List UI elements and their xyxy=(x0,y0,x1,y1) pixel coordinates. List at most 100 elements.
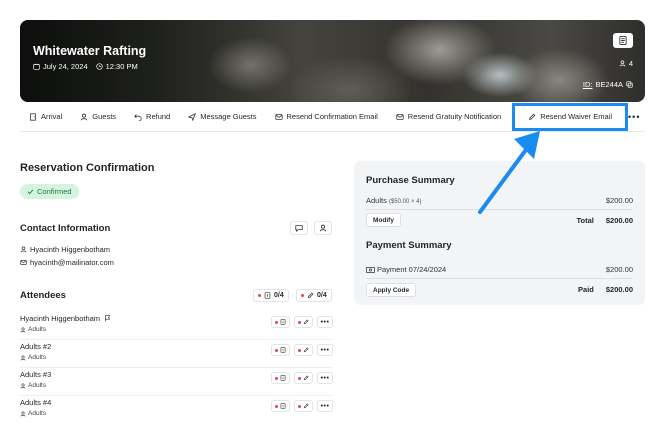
status-text: Confirmed xyxy=(37,187,72,196)
reservation-id[interactable]: ID: BE244A xyxy=(583,80,633,89)
contact-email-text: hyacinth@mailinator.com xyxy=(30,258,114,267)
attendee-name: Adults #3 xyxy=(20,370,51,379)
purchase-item-detail: ($50.00 × 4) xyxy=(388,199,422,205)
attendee-name-text: Adults #2 xyxy=(20,342,52,351)
tab-message-guests[interactable]: Message Guests xyxy=(179,102,265,132)
attendee-name: Hyacinth Higgenbotham xyxy=(20,314,111,323)
divider xyxy=(366,278,633,279)
waiver-count: 0/4 xyxy=(274,292,284,299)
attendee-row[interactable]: Adults #3 Adults ••• xyxy=(20,368,333,396)
id-value: BE244A xyxy=(595,80,623,89)
user-icon xyxy=(20,410,26,416)
alert-dot xyxy=(275,320,278,324)
attendee-row[interactable]: Adults #4 Adults ••• xyxy=(20,396,333,424)
alert-dot xyxy=(298,348,301,352)
attendee-actions: ••• xyxy=(271,400,333,412)
sign-status-button[interactable] xyxy=(294,316,313,328)
mail-icon xyxy=(20,260,27,265)
message-contact-button[interactable] xyxy=(290,221,308,235)
purchase-item: Adults ($50.00 × 4) xyxy=(366,196,421,205)
alert-dot xyxy=(298,404,301,408)
purchase-item-label: Adults xyxy=(366,196,387,205)
door-icon xyxy=(30,112,36,121)
attendee-type-text: Adults xyxy=(28,382,47,389)
waiver-status-button[interactable] xyxy=(271,316,290,328)
pen-icon xyxy=(529,113,536,120)
status-badge: Confirmed xyxy=(20,184,79,199)
flag-icon[interactable] xyxy=(104,315,111,322)
edit-contact-button[interactable] xyxy=(314,221,332,235)
tab-arrival[interactable]: Arrival xyxy=(20,102,71,132)
contact-title: Contact Information xyxy=(20,223,111,234)
pen-icon xyxy=(303,403,309,409)
document-icon xyxy=(619,36,627,45)
attendee-type: Adults xyxy=(20,382,46,389)
pen-icon xyxy=(303,319,309,325)
mail-icon xyxy=(274,113,283,120)
sign-status-button[interactable] xyxy=(294,344,313,356)
tab-label: Arrival xyxy=(41,112,63,121)
sign-status-button[interactable] xyxy=(294,400,313,412)
waiver-icon xyxy=(280,375,286,381)
pen-icon xyxy=(303,347,309,353)
attendee-more-button[interactable]: ••• xyxy=(317,316,333,328)
send-icon xyxy=(188,112,197,121)
tab-refund[interactable]: Refund xyxy=(125,102,179,132)
document-button[interactable] xyxy=(613,33,633,48)
waiver-status-button[interactable] xyxy=(271,344,290,356)
modify-button[interactable]: Modify xyxy=(366,213,401,227)
tab-resend-confirmation-email[interactable]: Resend Confirmation Email xyxy=(266,102,387,132)
user-icon xyxy=(319,224,327,232)
more-tabs-button[interactable]: ••• xyxy=(628,112,646,122)
check-icon xyxy=(27,189,34,195)
sign-status-button[interactable] xyxy=(294,372,313,384)
paid-label: Paid xyxy=(578,285,594,294)
payment-item: Payment 07/24/2024 xyxy=(366,265,446,274)
guest-count-value: 4 xyxy=(628,59,633,68)
mail-icon xyxy=(396,113,404,120)
sign-count-pill[interactable]: 0/4 xyxy=(296,289,332,302)
attendee-row[interactable]: Hyacinth Higgenbotham Adults ••• xyxy=(20,312,333,340)
payment-line-label: Payment 07/24/2024 xyxy=(377,265,447,274)
tab-label: Resend Waiver Email xyxy=(540,112,613,121)
attendee-name-text: Adults #4 xyxy=(20,398,52,407)
tab-guests[interactable]: Guests xyxy=(71,102,125,132)
attendee-more-button[interactable]: ••• xyxy=(317,400,333,412)
action-tabs: Arrival Guests Refund Message Guests Res… xyxy=(20,102,645,132)
activity-meta: July 24, 2024 12:30 PM xyxy=(33,62,138,71)
attendee-more-button[interactable]: ••• xyxy=(317,344,333,356)
id-label: ID: xyxy=(582,80,593,89)
user-icon xyxy=(619,60,626,67)
user-icon xyxy=(81,113,88,120)
attendee-more-button[interactable]: ••• xyxy=(317,372,333,384)
guest-count: 4 xyxy=(619,59,633,68)
tab-label: Resend Confirmation Email xyxy=(286,112,378,121)
purchase-total: Total $200.00 xyxy=(577,216,633,225)
waiver-status-button[interactable] xyxy=(271,400,290,412)
alert-dot xyxy=(298,376,301,380)
payment-paid: Paid $200.00 xyxy=(578,285,633,294)
activity-date: July 24, 2024 xyxy=(33,62,88,71)
tab-label: Guests xyxy=(92,112,117,121)
refund-icon xyxy=(134,113,142,121)
alert-dot xyxy=(258,294,261,297)
clock-icon xyxy=(95,63,103,70)
attendees-title: Attendees xyxy=(20,290,66,301)
waiver-icon xyxy=(280,403,286,409)
waiver-icon xyxy=(280,347,286,353)
apply-code-button[interactable]: Apply Code xyxy=(366,283,417,297)
attendee-row[interactable]: Adults #2 Adults ••• xyxy=(20,340,333,368)
waiver-status-button[interactable] xyxy=(271,372,290,384)
attendee-type: Adults xyxy=(20,410,46,417)
payment-line-amount: $200.00 xyxy=(605,265,633,274)
contact-name-text: Hyacinth Higgenbotham xyxy=(30,245,111,254)
time-text: 12:30 PM xyxy=(105,62,138,71)
purchase-summary-title: Purchase Summary xyxy=(366,175,455,186)
alert-dot xyxy=(275,348,278,352)
waiver-count-pill[interactable]: 0/4 xyxy=(253,289,289,302)
alert-dot xyxy=(275,404,278,408)
pen-icon xyxy=(303,375,309,381)
copy-icon[interactable] xyxy=(626,81,633,88)
contact-email[interactable]: hyacinth@mailinator.com xyxy=(20,258,114,267)
user-icon xyxy=(20,326,26,332)
